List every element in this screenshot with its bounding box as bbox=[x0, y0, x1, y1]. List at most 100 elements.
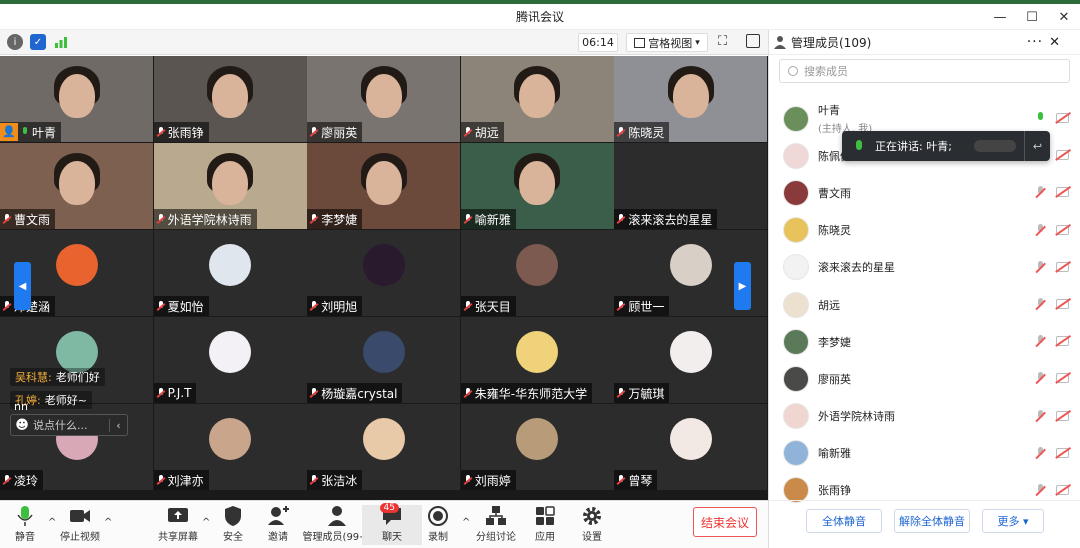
participant-video bbox=[58, 74, 95, 118]
participant-nameplate: 朱雍华-华东师范大学 bbox=[460, 383, 593, 403]
member-row[interactable]: 曹文雨 bbox=[769, 174, 1080, 211]
video-tile[interactable]: 万毓琪 bbox=[614, 317, 768, 403]
video-tile[interactable]: 刘明旭 bbox=[307, 230, 461, 316]
video-tile[interactable]: 曹文雨 bbox=[0, 143, 153, 229]
camera-off-icon[interactable] bbox=[1056, 410, 1069, 421]
microphone-muted-icon[interactable] bbox=[1035, 297, 1045, 311]
microphone-muted-icon[interactable] bbox=[1035, 372, 1045, 385]
member-row[interactable]: 外语学院林诗雨 bbox=[769, 398, 1080, 435]
camera-off-icon[interactable] bbox=[1056, 298, 1069, 309]
avatar bbox=[516, 331, 559, 373]
participant-name: P.J.T bbox=[167, 386, 192, 400]
video-tile[interactable]: 杨璇嘉crystal bbox=[307, 317, 461, 403]
member-row[interactable]: 陈晓灵 bbox=[769, 212, 1080, 249]
video-tile[interactable]: 刘津亦 bbox=[153, 404, 307, 490]
microphone-muted-icon bbox=[157, 300, 165, 312]
microphone-muted-icon[interactable] bbox=[1035, 223, 1045, 237]
avatar bbox=[362, 331, 405, 373]
end-meeting-button[interactable]: 结束会议 bbox=[693, 507, 757, 537]
participant-nameplate: P.J.T bbox=[153, 383, 197, 403]
invite-button[interactable]: 邀请 bbox=[248, 505, 308, 543]
member-search-input[interactable]: 搜索成员 bbox=[779, 59, 1070, 83]
participant-nameplate: 外语学院林诗雨 bbox=[153, 209, 257, 229]
video-tile[interactable]: 李梦婕 bbox=[307, 143, 461, 229]
meeting-timer: 06:14 bbox=[578, 33, 618, 52]
participant-nameplate: 张雨铮 bbox=[153, 122, 209, 142]
video-options-caret[interactable]: ^ bbox=[104, 517, 112, 528]
undo-icon[interactable]: ↩ bbox=[1024, 131, 1050, 161]
camera-off-icon[interactable] bbox=[1056, 336, 1069, 347]
more-button[interactable]: 更多 ▾ bbox=[982, 509, 1044, 533]
microphone-muted-icon[interactable] bbox=[1035, 186, 1045, 199]
microphone-muted-icon[interactable] bbox=[1035, 335, 1045, 348]
member-row[interactable]: 李梦婕 bbox=[769, 323, 1080, 360]
camera-off-icon[interactable] bbox=[1056, 373, 1069, 384]
microphone-muted-icon[interactable] bbox=[1035, 446, 1045, 460]
member-name: 李梦婕 bbox=[818, 335, 851, 349]
video-tile[interactable]: 👤 叶青 bbox=[0, 56, 153, 142]
video-tile[interactable]: 张天目 bbox=[460, 230, 614, 316]
camera-off-icon[interactable] bbox=[1056, 224, 1069, 235]
minimize-button[interactable]: — bbox=[984, 4, 1016, 30]
mute-button[interactable]: 静音 bbox=[0, 505, 55, 543]
view-mode-dropdown[interactable]: 宫格视图 ▾ bbox=[626, 33, 708, 52]
mute-all-button[interactable]: 全体静音 bbox=[806, 509, 882, 533]
close-panel-icon[interactable]: ✕ bbox=[1049, 35, 1060, 50]
avatar bbox=[362, 418, 405, 460]
member-row[interactable]: 喻新雅 bbox=[769, 435, 1080, 472]
maximize-button[interactable]: ☐ bbox=[1016, 4, 1048, 30]
more-options-icon[interactable]: ··· bbox=[1027, 34, 1043, 50]
info-icon[interactable]: i bbox=[7, 34, 23, 50]
video-tile[interactable]: 滚来滚去的星星 bbox=[614, 143, 768, 229]
now-speaking-label: 正在讲话: 叶青; bbox=[875, 140, 952, 153]
microphone-icon[interactable] bbox=[1035, 112, 1045, 125]
video-tile[interactable]: 喻新雅 bbox=[460, 143, 614, 229]
emoji-icon[interactable]: ☻ bbox=[11, 418, 33, 433]
participant-video bbox=[519, 74, 556, 118]
stop-video-button[interactable]: 停止视频 bbox=[50, 505, 110, 543]
record-button[interactable]: 录制 bbox=[408, 505, 468, 543]
participant-nameplate: 曾琴 bbox=[614, 470, 658, 490]
share-screen-button[interactable]: 共享屏幕 bbox=[148, 505, 208, 543]
next-page-arrow[interactable]: ▶ bbox=[734, 262, 751, 310]
video-tile[interactable]: 陈晓灵 bbox=[614, 56, 768, 142]
video-tile[interactable]: 张雨铮 bbox=[153, 56, 307, 142]
camera-off-icon[interactable] bbox=[1056, 187, 1069, 198]
microphone-muted-icon bbox=[3, 474, 11, 486]
people-icon bbox=[773, 35, 787, 49]
camera-off-icon[interactable] bbox=[1056, 261, 1069, 272]
member-row[interactable]: 滚来滚去的星星 bbox=[769, 249, 1080, 286]
camera-off-icon[interactable] bbox=[1056, 447, 1069, 458]
microphone-muted-icon[interactable] bbox=[1035, 483, 1045, 497]
avatar bbox=[209, 244, 252, 286]
chat-unread-badge: 45 bbox=[379, 503, 399, 513]
close-window-button[interactable]: ✕ bbox=[1048, 4, 1080, 30]
unmute-all-button[interactable]: 解除全体静音 bbox=[894, 509, 970, 533]
toggle-sidebar-icon[interactable] bbox=[746, 34, 760, 48]
video-tile[interactable]: 夏如怡 bbox=[153, 230, 307, 316]
microphone-muted-icon[interactable] bbox=[1035, 409, 1045, 423]
camera-off-icon[interactable] bbox=[1056, 150, 1069, 161]
video-tile[interactable]: 刘雨婷 bbox=[460, 404, 614, 490]
video-tile[interactable]: 胡远 bbox=[460, 56, 614, 142]
video-tile[interactable]: 曾琴 bbox=[614, 404, 768, 490]
chat-input-placeholder[interactable]: 说点什么... bbox=[33, 417, 88, 433]
signal-icon[interactable] bbox=[53, 34, 69, 50]
chat-input[interactable]: ☻ 说点什么... ‹ bbox=[10, 414, 128, 436]
settings-button[interactable]: 设置 bbox=[562, 505, 622, 543]
member-row[interactable]: 胡远 bbox=[769, 286, 1080, 323]
video-tile[interactable]: 朱雍华-华东师范大学 bbox=[460, 317, 614, 403]
video-tile[interactable]: 外语学院林诗雨 bbox=[153, 143, 307, 229]
shield-icon[interactable]: ✓ bbox=[30, 34, 46, 50]
video-tile[interactable]: 廖丽英 bbox=[307, 56, 461, 142]
camera-off-icon[interactable] bbox=[1056, 113, 1069, 123]
video-tile[interactable]: P.J.T bbox=[153, 317, 307, 403]
camera-off-icon[interactable] bbox=[1056, 484, 1069, 495]
microphone-muted-icon[interactable] bbox=[1035, 260, 1045, 274]
collapse-chat-icon[interactable]: ‹ bbox=[109, 418, 127, 432]
previous-page-arrow[interactable]: ◀ bbox=[14, 262, 31, 310]
member-search-placeholder: 搜索成员 bbox=[804, 65, 848, 78]
member-row[interactable]: 廖丽英 bbox=[769, 360, 1080, 397]
fullscreen-icon[interactable]: ⛶ bbox=[718, 34, 734, 50]
video-tile[interactable]: 张洁冰 bbox=[307, 404, 461, 490]
